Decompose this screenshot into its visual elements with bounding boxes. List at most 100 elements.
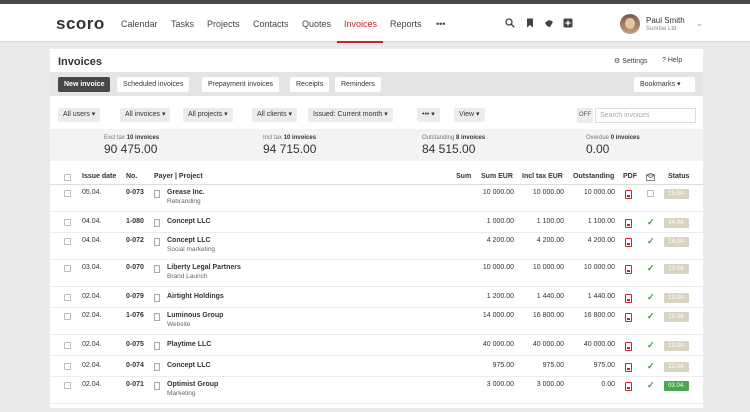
settings-button[interactable]: ⚙ Settings (614, 57, 648, 65)
invoice-number[interactable]: 1-076 (126, 312, 144, 319)
search-icon[interactable] (505, 18, 515, 28)
invoice-number[interactable]: 0-074 (126, 362, 144, 369)
filter-invoices[interactable]: All invoices ▾ (120, 108, 171, 122)
invoice-number[interactable]: 0-079 (126, 293, 144, 300)
col-status[interactable]: Status (668, 173, 689, 180)
invoice-number[interactable]: 1-080 (126, 218, 144, 225)
payer-name[interactable]: Luminous Group (167, 312, 223, 319)
nav-contacts[interactable]: Contacts (253, 19, 289, 29)
payer-name[interactable]: Optimist Group (167, 381, 218, 388)
payer-name[interactable]: Concept LLC (167, 237, 211, 244)
search-input[interactable]: Search invoices (595, 108, 696, 123)
filter-projects[interactable]: All projects ▾ (183, 108, 233, 122)
table-row[interactable]: 04.04. 0-072 Concept LLC Social marketing 4 … (50, 233, 703, 260)
search-toggle[interactable]: OFF (577, 108, 593, 123)
sent-checkbox[interactable] (647, 190, 654, 197)
nav-invoices[interactable]: Invoices (344, 19, 377, 29)
row-checkbox[interactable] (64, 219, 71, 226)
filter-clients[interactable]: All clients ▾ (252, 108, 298, 122)
col-incl-tax-eur[interactable]: Incl tax EUR (522, 173, 563, 180)
scoro-logo[interactable]: scoro (56, 14, 105, 34)
table-row[interactable]: 02.04. 0-079 Airtight Holdings 1 200.00 1 44… (50, 287, 703, 308)
payer-name[interactable]: Airtight Holdings (167, 293, 224, 300)
pdf-icon[interactable] (625, 265, 632, 274)
col-issue-date[interactable]: Issue date (82, 173, 116, 180)
issue-date: 02.04. (82, 381, 102, 388)
nav-reports[interactable]: Reports (390, 19, 422, 29)
project-name[interactable]: Brand Launch (167, 273, 207, 280)
pdf-icon[interactable] (625, 313, 632, 322)
pdf-icon[interactable] (625, 190, 632, 199)
filter-more[interactable]: ••• ▾ (417, 108, 440, 122)
payer-name[interactable]: Concept LLC (167, 218, 211, 225)
row-checkbox[interactable] (64, 342, 71, 349)
tab-scheduled-invoices[interactable]: Scheduled invoices (117, 77, 190, 92)
user-avatar[interactable] (620, 14, 640, 34)
col-number[interactable]: No. (126, 173, 137, 180)
notification-icon[interactable] (544, 18, 554, 28)
project-name[interactable]: Social marketing (167, 246, 215, 253)
table-row[interactable]: 02.04. 0-071 Optimist Group Marketing 3 000.… (50, 377, 703, 404)
document-icon (154, 219, 160, 227)
add-icon[interactable] (563, 18, 573, 28)
payer-name[interactable]: Concept LLC (167, 362, 211, 369)
invoice-number[interactable]: 0-070 (126, 264, 144, 271)
table-row[interactable]: 05.04. 0-073 Grease Inc. Rebranding 10 000.0… (50, 185, 703, 212)
view-dropdown[interactable]: View ▾ (454, 108, 485, 122)
row-checkbox[interactable] (64, 190, 71, 197)
user-name[interactable]: Paul Smith (646, 16, 685, 25)
new-invoice-button[interactable]: New invoice (58, 77, 111, 92)
nav-tasks[interactable]: Tasks (171, 19, 194, 29)
pdf-icon[interactable] (625, 294, 632, 303)
invoice-number[interactable]: 0-071 (126, 381, 144, 388)
nav-more[interactable]: ••• (436, 19, 445, 29)
project-name[interactable]: Marketing (167, 390, 196, 397)
row-checkbox[interactable] (64, 313, 71, 320)
invoice-number[interactable]: 0-073 (126, 189, 144, 196)
project-name[interactable]: Website (167, 321, 190, 328)
tab-prepayment-invoices[interactable]: Prepayment invoices (202, 77, 279, 92)
col-sum[interactable]: Sum (456, 173, 471, 180)
pdf-icon[interactable] (625, 342, 632, 351)
filter-issued-date[interactable]: Issued: Current month ▾ (308, 108, 393, 122)
chevron-down-icon[interactable]: ⌄ (696, 19, 703, 28)
col-payer-project[interactable]: Payer | Project (154, 173, 203, 180)
issue-date: 02.04. (82, 341, 102, 348)
payer-name[interactable]: Grease Inc. (167, 189, 205, 196)
col-sum-eur[interactable]: Sum EUR (481, 173, 513, 180)
table-row[interactable]: 02.04. 1-076 Luminous Group Website 14 000.0… (50, 308, 703, 335)
nav-calendar[interactable]: Calendar (121, 19, 158, 29)
invoice-number[interactable]: 0-075 (126, 341, 144, 348)
tab-reminders[interactable]: Reminders (335, 77, 381, 92)
table-row[interactable]: 03.04. 0-070 Liberty Legal Partners Brand L… (50, 260, 703, 287)
pdf-icon[interactable] (625, 363, 632, 372)
row-checkbox[interactable] (64, 382, 71, 389)
pdf-icon[interactable] (625, 219, 632, 228)
nav-quotes[interactable]: Quotes (302, 19, 331, 29)
payer-name[interactable]: Playtime LLC (167, 341, 211, 348)
table-row[interactable]: 02.04. 0-074 Concept LLC 975.00 975.00 975.00… (50, 356, 703, 377)
table-row[interactable]: 04.04. 1-080 Concept LLC 1 000.00 1 100.00 1 … (50, 212, 703, 233)
pdf-icon[interactable] (625, 238, 632, 247)
nav-projects[interactable]: Projects (207, 19, 240, 29)
row-checkbox[interactable] (64, 265, 71, 272)
row-checkbox[interactable] (64, 238, 71, 245)
row-checkbox[interactable] (64, 294, 71, 301)
sum-eur: 3 000.00 (486, 381, 514, 388)
table-row[interactable]: 02.04. 0-075 Playtime LLC 40 000.00 40 000.0… (50, 335, 703, 356)
payer-name[interactable]: Liberty Legal Partners (167, 264, 241, 271)
document-icon (154, 313, 160, 321)
status-badge: 12.04. (664, 312, 689, 322)
select-all-checkbox[interactable] (64, 174, 71, 181)
tab-receipts[interactable]: Receipts (290, 77, 330, 92)
row-checkbox[interactable] (64, 363, 71, 370)
bookmarks-dropdown[interactable]: Bookmarks ▾ (634, 77, 695, 92)
col-pdf[interactable]: PDF (623, 173, 637, 180)
bookmark-icon[interactable] (525, 18, 535, 28)
invoice-number[interactable]: 0-072 (126, 237, 144, 244)
filter-users[interactable]: All users ▾ (58, 108, 101, 122)
help-button[interactable]: ? Help (662, 57, 682, 64)
col-outstanding[interactable]: Outstanding (573, 173, 614, 180)
project-name[interactable]: Rebranding (167, 198, 201, 205)
pdf-icon[interactable] (625, 382, 632, 391)
